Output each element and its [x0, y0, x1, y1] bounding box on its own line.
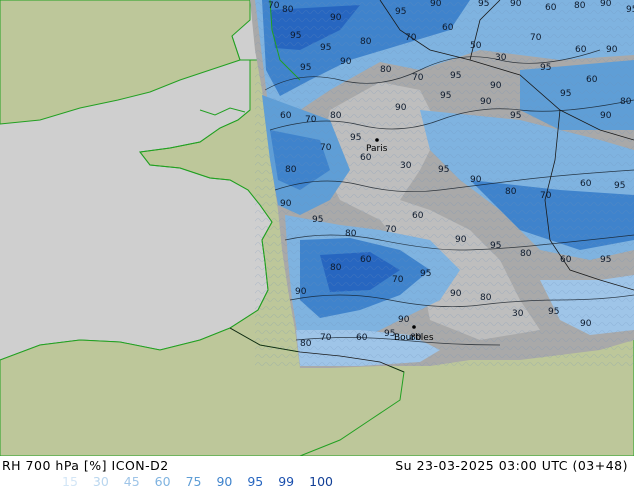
- paris-label: Paris: [366, 144, 388, 154]
- contour-value-label: 90: [280, 199, 292, 209]
- contour-value-label: 90: [600, 111, 612, 121]
- contour-value-label: 70: [540, 191, 552, 201]
- contour-value-label: 95: [510, 111, 521, 121]
- legend-item: 90: [216, 474, 233, 489]
- contour-value-label: 95: [440, 91, 451, 101]
- contour-value-label: 90: [606, 45, 618, 55]
- contour-value-label: 60: [356, 333, 368, 343]
- contour-value-label: 95: [478, 0, 489, 9]
- bourbles-marker: [412, 325, 416, 329]
- contour-value-label: 80: [480, 293, 492, 303]
- map-footer: RH 700 hPa [%] ICON-D2 Su 23-03-2025 03:…: [0, 456, 634, 490]
- contour-value-label: 60: [560, 255, 572, 265]
- paris-marker: [375, 138, 379, 142]
- contour-value-label: 80: [520, 249, 532, 259]
- contour-value-label: 95: [395, 7, 406, 17]
- contour-value-label: 60: [442, 23, 454, 33]
- legend-item: 45: [123, 474, 140, 489]
- contour-value-label: 80: [285, 165, 297, 175]
- legend-item: 30: [92, 474, 109, 489]
- contour-value-label: 90: [450, 289, 462, 299]
- legend-item: 95: [247, 474, 264, 489]
- contour-value-label: 90: [490, 81, 502, 91]
- contour-value-label: 30: [400, 161, 412, 171]
- contour-value-label: 95: [626, 5, 634, 15]
- contour-value-label: 70: [268, 1, 280, 11]
- contour-value-label: 90: [395, 103, 407, 113]
- contour-value-label: 70: [530, 33, 542, 43]
- contour-value-label: 50: [470, 41, 482, 51]
- contour-value-label: 90: [470, 175, 482, 185]
- contour-value-label: 95: [614, 181, 625, 191]
- map-timestamp: Su 23-03-2025 03:00 UTC (03+48): [395, 458, 628, 473]
- contour-value-label: 95: [560, 89, 571, 99]
- bourbles-label: Bourbles: [394, 333, 434, 343]
- map-title: RH 700 hPa [%] ICON-D2: [2, 458, 169, 473]
- contour-value-label: 80: [620, 97, 632, 107]
- legend-item: 99: [278, 474, 295, 489]
- contour-value-label: 95: [312, 215, 323, 225]
- contour-value-label: 70: [320, 143, 332, 153]
- contour-value-label: 90: [600, 0, 612, 9]
- weather-map: 7080909590959060809095959580706050307060…: [0, 0, 634, 456]
- contour-value-label: 70: [412, 73, 424, 83]
- contour-value-label: 80: [574, 1, 586, 11]
- contour-value-label: 80: [282, 5, 294, 15]
- contour-value-label: 90: [295, 287, 307, 297]
- contour-value-label: 60: [280, 111, 292, 121]
- contour-value-label: 30: [495, 53, 507, 63]
- contour-value-label: 70: [320, 333, 332, 343]
- contour-value-label: 70: [392, 275, 404, 285]
- contour-value-label: 95: [490, 241, 501, 251]
- contour-value-label: 60: [545, 3, 557, 13]
- contour-value-label: 80: [380, 65, 392, 75]
- contour-value-label: 90: [330, 13, 342, 23]
- contour-value-label: 80: [330, 263, 342, 273]
- legend-item: 15: [62, 474, 78, 489]
- contour-value-label: 80: [505, 187, 517, 197]
- contour-value-label: 90: [510, 0, 522, 9]
- legend-item: 75: [185, 474, 202, 489]
- legend-item: 100: [309, 474, 333, 489]
- contour-value-label: 90: [580, 319, 592, 329]
- contour-value-label: 95: [300, 63, 311, 73]
- contour-value-label: 80: [345, 229, 357, 239]
- contour-value-label: 95: [548, 307, 559, 317]
- contour-value-label: 95: [290, 31, 301, 41]
- contour-value-label: 60: [575, 45, 587, 55]
- contour-value-label: 70: [305, 115, 317, 125]
- contour-value-label: 80: [330, 111, 342, 121]
- color-legend: 15 30 45 60 75 90 95 99 100: [62, 474, 344, 489]
- contour-value-label: 95: [600, 255, 611, 265]
- contour-value-label: 95: [320, 43, 331, 53]
- contour-value-label: 90: [430, 0, 442, 9]
- contour-value-label: 90: [455, 235, 467, 245]
- rh-field: [255, 0, 634, 370]
- contour-value-label: 90: [398, 315, 410, 325]
- contour-value-label: 60: [360, 255, 372, 265]
- contour-value-label: 70: [405, 33, 417, 43]
- contour-value-label: 90: [480, 97, 492, 107]
- contour-value-label: 60: [412, 211, 424, 221]
- contour-value-label: 70: [385, 225, 397, 235]
- contour-value-label: 60: [580, 179, 592, 189]
- contour-value-label: 95: [438, 165, 449, 175]
- contour-value-label: 95: [420, 269, 431, 279]
- contour-value-label: 60: [360, 153, 372, 163]
- contour-value-label: 80: [360, 37, 372, 47]
- contour-value-label: 95: [540, 63, 551, 73]
- contour-value-label: 90: [340, 57, 352, 67]
- legend-item: 60: [154, 474, 171, 489]
- contour-value-label: 95: [450, 71, 461, 81]
- contour-value-label: 30: [512, 309, 524, 319]
- contour-value-label: 95: [350, 133, 361, 143]
- contour-value-label: 80: [300, 339, 312, 349]
- contour-value-label: 60: [586, 75, 598, 85]
